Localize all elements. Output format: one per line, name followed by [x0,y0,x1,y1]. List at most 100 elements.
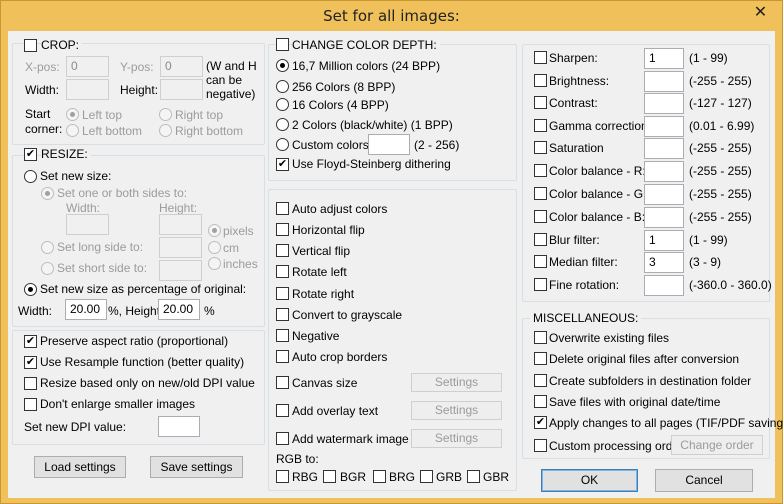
saturation-input[interactable] [644,138,684,159]
corner-left-top-radio[interactable] [66,108,79,121]
overlay-settings-button[interactable]: Settings [411,401,502,420]
resize-width-input[interactable] [66,214,109,235]
balance-g-input[interactable] [644,184,684,205]
use-resample-checkbox[interactable] [24,356,37,369]
delete-original-checkbox[interactable] [534,352,547,365]
rotate-left-checkbox[interactable] [276,265,289,278]
overlay-text-checkbox[interactable] [276,404,289,417]
change-order-button[interactable]: Change order [671,435,763,455]
corner-right-bottom-radio[interactable] [159,124,172,137]
rgb-rbg-checkbox[interactable] [276,470,289,483]
crop-height-input[interactable] [160,79,203,100]
balance-g-checkbox[interactable] [534,187,547,200]
long-side-radio[interactable] [41,241,54,254]
load-settings-button[interactable]: Load settings [34,456,126,478]
create-subfolders-checkbox[interactable] [534,374,547,387]
dont-enlarge-checkbox[interactable] [24,398,37,411]
pct-height-input[interactable]: 20.00 [158,299,200,320]
save-date-checkbox[interactable] [534,395,547,408]
long-side-input[interactable] [159,237,202,258]
unit-cm-radio[interactable] [208,241,221,254]
median-checkbox[interactable] [534,255,547,268]
corner-right-top-radio[interactable] [159,108,172,121]
canvas-size-checkbox[interactable] [276,376,289,389]
short-side-input[interactable] [159,260,202,281]
depth-custom-radio[interactable] [276,138,289,151]
depth-24bpp-radio[interactable] [276,59,289,72]
rgb-grb-label: GRB [436,470,463,484]
fine-rotation-label: Fine rotation: [549,278,620,292]
saturation-checkbox[interactable] [534,141,547,154]
apply-all-pages-checkbox[interactable] [534,416,547,429]
rgb-grb-checkbox[interactable] [420,470,433,483]
sharpen-input[interactable]: 1 [644,48,684,69]
crop-width-input[interactable] [66,79,109,100]
color-depth-checkbox[interactable] [276,38,289,51]
balance-b-input[interactable] [644,207,684,228]
vertical-flip-label: Vertical flip [292,244,351,258]
saturation-range: (-255 - 255) [689,141,752,155]
rgb-gbr-label: GBR [483,470,510,484]
custom-order-checkbox[interactable] [534,439,547,452]
vertical-flip-checkbox[interactable] [276,244,289,257]
unit-inches-radio[interactable] [208,257,221,270]
close-icon[interactable]: ✕ [746,2,775,24]
dithering-checkbox[interactable] [276,158,289,171]
gamma-input[interactable] [644,116,684,137]
corner-left-bottom-radio[interactable] [66,124,79,137]
unit-pixels-radio[interactable] [208,224,221,237]
watermark-checkbox[interactable] [276,432,289,445]
gamma-checkbox[interactable] [534,119,547,132]
rgb-gbr-checkbox[interactable] [467,470,480,483]
negative-checkbox[interactable] [276,329,289,342]
depth-1bpp-radio[interactable] [276,118,289,131]
fine-rotation-input[interactable] [644,275,684,296]
depth-4bpp-radio[interactable] [276,98,289,111]
grayscale-checkbox[interactable] [276,308,289,321]
blur-checkbox[interactable] [534,233,547,246]
sharpen-checkbox[interactable] [534,51,547,64]
pct-width-input[interactable]: 20.00 [65,299,107,320]
short-side-radio[interactable] [41,262,54,275]
overwrite-checkbox[interactable] [534,331,547,344]
percentage-radio[interactable] [24,283,37,296]
blur-input[interactable]: 1 [644,230,684,251]
crop-ypos-input[interactable]: 0 [160,56,203,77]
crop-xpos-input[interactable]: 0 [66,56,109,77]
balance-b-checkbox[interactable] [534,210,547,223]
canvas-settings-button[interactable]: Settings [411,373,502,392]
crop-checkbox[interactable] [24,39,37,52]
set-new-size-radio[interactable] [24,170,37,183]
crop-start-label2: corner: [25,122,63,136]
depth-8bpp-radio[interactable] [276,80,289,93]
custom-colors-input[interactable] [368,134,410,155]
contrast-checkbox[interactable] [534,96,547,109]
contrast-input[interactable] [644,93,684,114]
rgb-brg-checkbox[interactable] [373,470,386,483]
auto-adjust-checkbox[interactable] [276,202,289,215]
brightness-input[interactable] [644,71,684,92]
fine-rotation-checkbox[interactable] [534,278,547,291]
cancel-button[interactable]: Cancel [655,469,753,492]
one-or-both-radio[interactable] [41,187,54,200]
unit-pixels-label: pixels [223,224,254,238]
save-settings-button[interactable]: Save settings [150,456,243,478]
contrast-range: (-127 - 127) [689,96,752,110]
rgb-bgr-checkbox[interactable] [323,470,336,483]
resize-dpi-checkbox[interactable] [24,377,37,390]
corner-right-bottom-label: Right bottom [175,124,244,138]
median-input[interactable]: 3 [644,252,684,273]
rotate-right-checkbox[interactable] [276,287,289,300]
auto-crop-checkbox[interactable] [276,350,289,363]
brightness-checkbox[interactable] [534,74,547,87]
balance-r-input[interactable] [644,161,684,182]
horizontal-flip-checkbox[interactable] [276,223,289,236]
ok-button[interactable]: OK [541,469,638,492]
resize-height-input[interactable] [159,214,202,235]
watermark-settings-button[interactable]: Settings [411,429,502,448]
preserve-aspect-checkbox[interactable] [24,335,37,348]
dpi-input[interactable] [158,416,200,437]
balance-r-checkbox[interactable] [534,164,547,177]
color-depth-label: CHANGE COLOR DEPTH: [292,38,440,52]
resize-checkbox[interactable] [24,148,37,161]
